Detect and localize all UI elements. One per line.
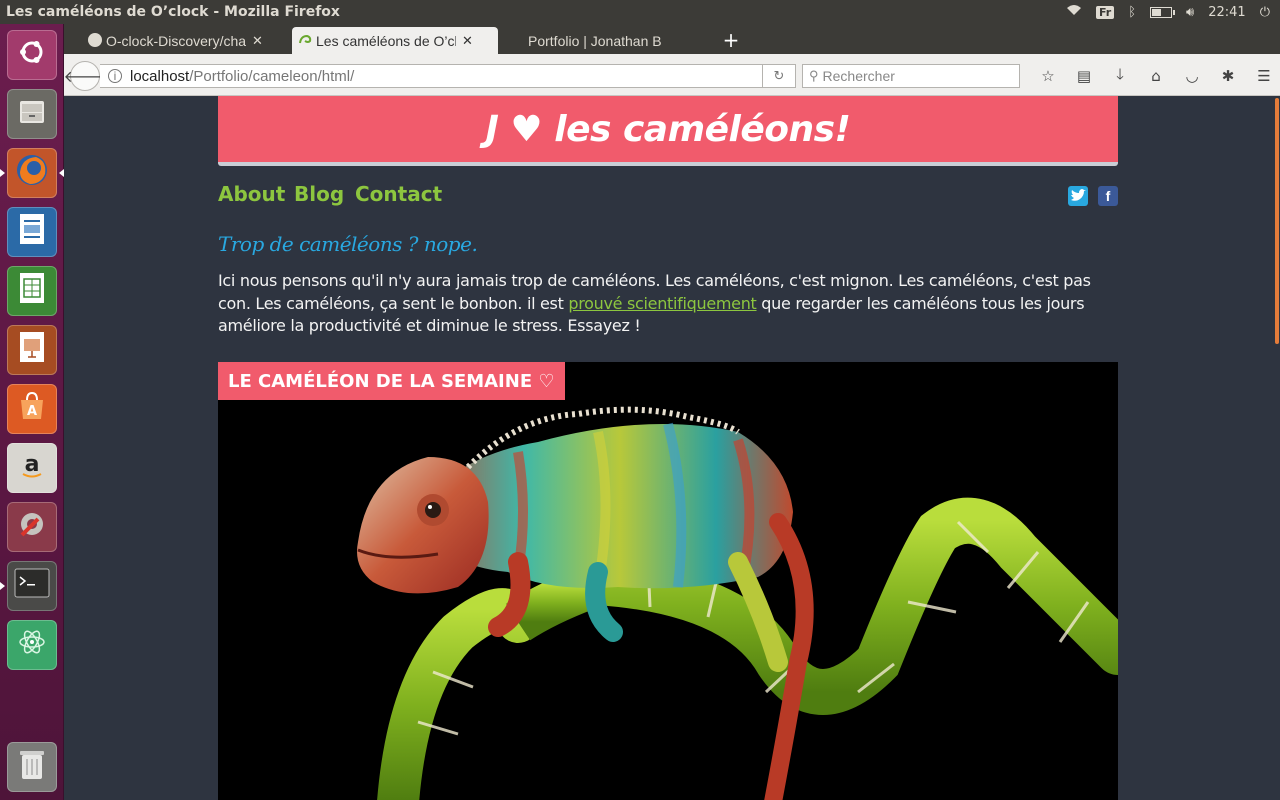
info-icon[interactable]: i bbox=[108, 69, 122, 83]
twitter-icon[interactable] bbox=[1068, 186, 1088, 206]
software-center-launcher[interactable]: A bbox=[7, 384, 57, 434]
new-tab-button[interactable]: + bbox=[718, 27, 744, 53]
files-launcher[interactable] bbox=[7, 89, 57, 139]
trash-launcher[interactable] bbox=[7, 742, 57, 792]
home-icon[interactable]: ⌂ bbox=[1138, 64, 1174, 88]
launcher: A a bbox=[0, 24, 64, 800]
extension-icon[interactable]: ✱ bbox=[1210, 64, 1246, 88]
tab-label: Les caméléons de O’clo bbox=[316, 32, 456, 49]
presentation-icon bbox=[17, 330, 47, 370]
url-path: /Portfolio/cameleon/html/ bbox=[189, 67, 355, 85]
search-input[interactable]: ⚲ Rechercher bbox=[802, 64, 1020, 88]
reload-button[interactable]: ↻ bbox=[762, 64, 796, 88]
atom-launcher[interactable] bbox=[7, 620, 57, 670]
shopping-bag-icon: A bbox=[16, 390, 48, 428]
amazon-launcher[interactable]: a bbox=[7, 443, 57, 493]
atom-icon bbox=[16, 626, 48, 664]
ubuntu-dash-button[interactable] bbox=[7, 30, 57, 80]
url-host: localhost bbox=[130, 67, 190, 85]
star-icon[interactable]: ☆ bbox=[1030, 64, 1066, 88]
wifi-icon[interactable] bbox=[1066, 4, 1082, 20]
menu-link-blog[interactable]: Blog bbox=[294, 182, 344, 206]
reading-list-icon[interactable]: ▤ bbox=[1066, 64, 1102, 88]
battery-level bbox=[1152, 8, 1162, 16]
download-icon[interactable]: 🡓 bbox=[1102, 64, 1138, 88]
page-scrollbar[interactable] bbox=[1274, 96, 1280, 800]
file-cabinet-icon bbox=[16, 95, 48, 133]
tagline: Trop de caméléons ? nope. bbox=[218, 232, 478, 256]
back-button[interactable]: 🡐 bbox=[64, 61, 106, 91]
system-settings-launcher[interactable] bbox=[7, 502, 57, 552]
wrench-icon bbox=[16, 508, 48, 546]
keyboard-layout-indicator[interactable]: Fr bbox=[1095, 5, 1115, 19]
navigation-bar: 🡐 i localhost/Portfolio/cameleon/html/ ↻… bbox=[64, 54, 1280, 96]
calc-launcher[interactable] bbox=[7, 266, 57, 316]
bluetooth-icon[interactable]: ᛒ bbox=[1128, 5, 1136, 20]
tab-bar: O-clock-Discovery/cha ✕ Les caméléons de… bbox=[64, 24, 1280, 54]
trash-icon bbox=[17, 747, 47, 787]
spreadsheet-icon bbox=[17, 271, 47, 311]
featured-chameleon: LE CAMÉLÉON DE LA SEMAINE ♡ bbox=[218, 362, 1118, 800]
tab-portfolio[interactable]: Portfolio | Jonathan B bbox=[504, 27, 710, 54]
svg-text:a: a bbox=[25, 452, 40, 477]
firefox-launcher[interactable] bbox=[0, 148, 64, 198]
github-icon bbox=[88, 33, 102, 47]
site-title: J ♥ les caméléons! bbox=[485, 108, 851, 150]
reload-icon: ↻ bbox=[773, 68, 785, 84]
menu-link-contact[interactable]: Contact bbox=[355, 182, 442, 206]
power-icon[interactable]: ⏻ bbox=[1260, 5, 1270, 20]
main-menu: About Blog Contact f bbox=[218, 166, 1118, 228]
scrollbar-thumb[interactable] bbox=[1275, 98, 1279, 344]
close-icon[interactable]: ✕ bbox=[252, 33, 263, 49]
site-banner: J ♥ les caméléons! bbox=[218, 96, 1118, 166]
tab-label: Portfolio | Jonathan B bbox=[528, 32, 662, 49]
menu-icon[interactable]: ☰ bbox=[1246, 64, 1280, 88]
tab-cameleons[interactable]: Les caméléons de O’clo ✕ bbox=[292, 27, 498, 54]
indicator-area: Fr ᛒ 🔊︎ 22:41 ⏻ bbox=[1066, 0, 1280, 24]
writer-launcher[interactable] bbox=[7, 207, 57, 257]
page-content: J ♥ les caméléons! About Blog Contact f … bbox=[218, 96, 1118, 800]
volume-icon[interactable]: 🔊︎ bbox=[1186, 5, 1194, 20]
chameleon-photo bbox=[357, 406, 1118, 800]
terminal-icon bbox=[14, 568, 50, 604]
terminal-launcher[interactable] bbox=[0, 561, 57, 611]
running-indicator bbox=[0, 582, 5, 590]
chameleon-icon bbox=[298, 33, 312, 47]
science-link[interactable]: prouvé scientifiquement bbox=[568, 294, 756, 313]
ubuntu-logo-icon bbox=[16, 36, 48, 74]
battery-icon[interactable] bbox=[1150, 6, 1176, 18]
web-viewport: J ♥ les caméléons! About Blog Contact f … bbox=[64, 96, 1280, 800]
document-icon bbox=[17, 212, 47, 252]
intro-paragraph: Ici nous pensons qu'il n'y aura jamais t… bbox=[218, 270, 1118, 338]
top-panel: Les caméléons de O’clock - Mozilla Firef… bbox=[0, 0, 1280, 24]
pocket-icon[interactable]: ◡ bbox=[1174, 64, 1210, 88]
impress-launcher[interactable] bbox=[7, 325, 57, 375]
url-bar[interactable]: i localhost/Portfolio/cameleon/html/ bbox=[100, 64, 794, 88]
clock[interactable]: 22:41 bbox=[1208, 5, 1245, 20]
search-placeholder: Rechercher bbox=[822, 68, 895, 84]
feature-label: LE CAMÉLÉON DE LA SEMAINE ♡ bbox=[218, 362, 565, 400]
svg-text:A: A bbox=[27, 404, 37, 419]
tab-github[interactable]: O-clock-Discovery/cha ✕ bbox=[82, 27, 296, 54]
search-icon: ⚲ bbox=[809, 68, 819, 83]
firefox-icon bbox=[14, 152, 50, 194]
amazon-icon: a bbox=[16, 449, 48, 487]
tab-label: O-clock-Discovery/cha bbox=[106, 32, 246, 49]
toolbar-icons: ☆ ▤ 🡓 ⌂ ◡ ✱ ☰ bbox=[1030, 64, 1280, 88]
menu-link-about[interactable]: About bbox=[218, 182, 285, 206]
running-indicator bbox=[0, 169, 5, 177]
window-title: Les caméléons de O’clock - Mozilla Firef… bbox=[6, 4, 340, 20]
close-icon[interactable]: ✕ bbox=[462, 33, 473, 49]
facebook-icon[interactable]: f bbox=[1098, 186, 1118, 206]
